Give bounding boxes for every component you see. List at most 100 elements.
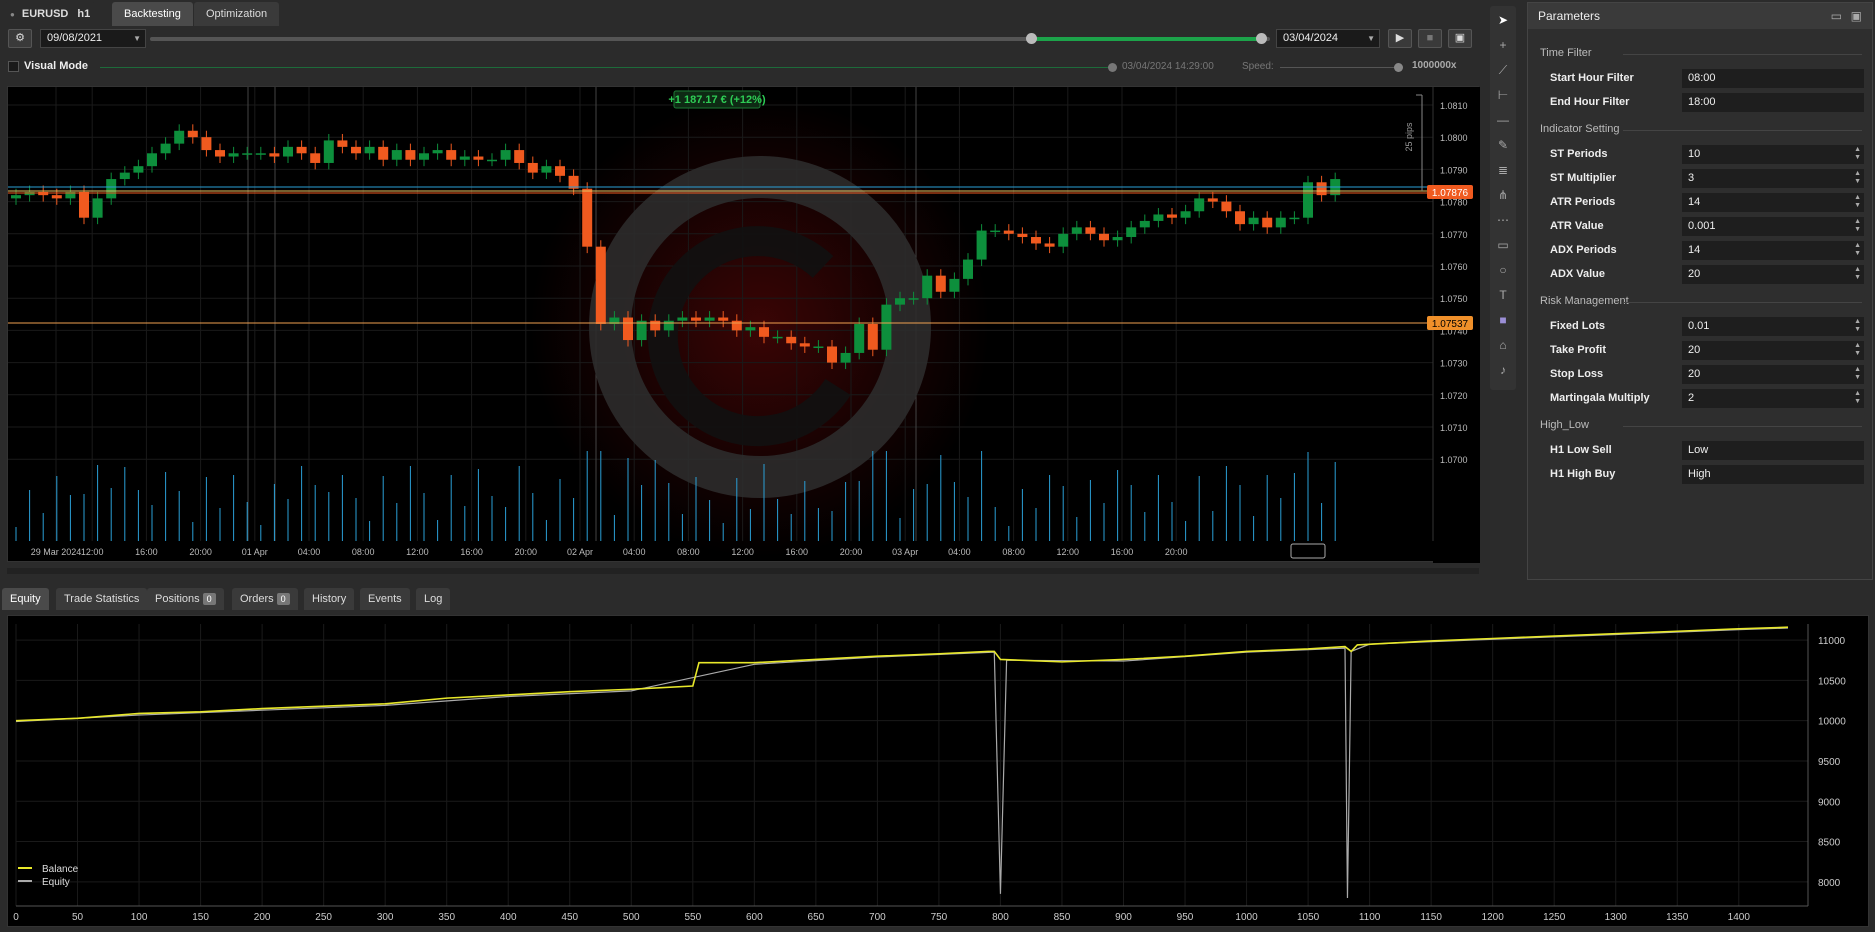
price-chart[interactable]: 1.0810 1.0800 1.0790 1.0780 1.0770 1.0760 1.07… [7, 86, 1480, 563]
candle-body [283, 146, 293, 157]
param-input[interactable]: 3 ▲ ▼ [1682, 169, 1864, 188]
spinner-icon[interactable]: ▲ ▼ [1854, 342, 1861, 358]
param-input[interactable]: 20 ▲ ▼ [1682, 265, 1864, 284]
settings-button[interactable]: ⚙ [8, 29, 32, 48]
color-icon[interactable]: ■ [1493, 310, 1513, 330]
horizontal-scrollbar[interactable] [7, 568, 1479, 574]
equity-x-tick-label: 1350 [1666, 912, 1689, 923]
equity-x-tick-label: 1000 [1235, 912, 1258, 923]
candle-body [119, 172, 130, 180]
visual-mode-checkbox[interactable] [8, 61, 19, 72]
spinner-icon[interactable]: ▲ ▼ [1854, 318, 1861, 334]
pitchfork-icon[interactable]: ⋔ [1493, 185, 1513, 205]
stop-button[interactable]: ■ [1418, 29, 1442, 48]
candle-body [11, 195, 21, 199]
ellipse-icon[interactable]: ○ [1493, 260, 1513, 280]
candle-body [500, 150, 511, 160]
tab-positions[interactable]: Positions 0 [147, 588, 224, 610]
candle-body [487, 159, 497, 162]
time-tick-label: 12:00 [81, 547, 104, 557]
symbol-tab[interactable]: ● EURUSD h1 [4, 2, 97, 26]
param-input[interactable]: 08:00 [1682, 69, 1864, 88]
gear-icon: ⚙ [15, 32, 25, 44]
tab-label: Log [424, 593, 443, 605]
equity-chart[interactable]: 0 50 100 150 200 250 300 350 400 450 500 550 600 650 7… [7, 615, 1869, 927]
candle-body [473, 156, 484, 160]
tab-orders[interactable]: Orders 0 [232, 588, 298, 610]
text-icon[interactable]: T [1493, 285, 1513, 305]
start-date-picker[interactable]: 09/08/2021 ▼ [40, 29, 146, 48]
candle-body [1126, 227, 1137, 238]
spinner-icon[interactable]: ▲ ▼ [1854, 194, 1861, 210]
bell-icon[interactable]: ♪ [1493, 360, 1513, 380]
date-range-slider[interactable] [150, 33, 1270, 44]
progress-handle[interactable] [1108, 63, 1117, 72]
param-label: ST Multiplier [1550, 172, 1616, 184]
trendline-icon[interactable]: ⟋ [1493, 60, 1513, 80]
current-price-tag-text: 1.07876 [1432, 188, 1469, 199]
param-input[interactable]: 10 ▲ ▼ [1682, 145, 1864, 164]
tab-events[interactable]: Events [360, 588, 410, 610]
grid-icon[interactable]: ⋯ [1493, 210, 1513, 230]
spinner-icon[interactable]: ▲ ▼ [1854, 266, 1861, 282]
time-tick-label: 04:00 [298, 547, 321, 557]
ray-icon[interactable]: ⊢ [1493, 85, 1513, 105]
fibonacci-icon[interactable]: ≣ [1493, 160, 1513, 180]
spinner-icon[interactable]: ▲ ▼ [1854, 390, 1861, 406]
range-start-handle[interactable] [1026, 33, 1037, 44]
param-input[interactable]: 14 ▲ ▼ [1682, 241, 1864, 260]
save-icon[interactable]: ▣ [1851, 3, 1862, 29]
param-input[interactable]: 20 ▲ ▼ [1682, 341, 1864, 360]
play-button[interactable]: ▶ [1388, 29, 1412, 48]
spinner-icon[interactable]: ▲ ▼ [1854, 242, 1861, 258]
equity-x-tick-label: 300 [377, 912, 394, 923]
tab-backtesting[interactable]: Backtesting [112, 2, 193, 26]
time-tick-label: 02 Apr [567, 547, 593, 557]
tab-history[interactable]: History [304, 588, 355, 610]
cursor-icon[interactable]: ➤ [1493, 10, 1513, 30]
param-input[interactable]: 0.001 ▲ ▼ [1682, 217, 1864, 236]
candle-body [351, 146, 361, 154]
param-value: High [1688, 468, 1711, 480]
param-input[interactable]: High [1682, 465, 1864, 484]
time-scroll-handle[interactable] [1290, 543, 1326, 559]
spinner-icon[interactable]: ▲ ▼ [1854, 366, 1861, 382]
price-chart-canvas[interactable]: 1.0810 1.0800 1.0790 1.0780 1.0770 1.0760 1.07… [8, 87, 1480, 563]
tab-trade-statistics[interactable]: Trade Statistics [56, 588, 148, 610]
param-input[interactable]: 20 ▲ ▼ [1682, 365, 1864, 384]
equity-y-tick-label: 9500 [1818, 757, 1841, 768]
spinner-icon[interactable]: ▲ ▼ [1854, 218, 1861, 234]
horizontal-line-icon[interactable]: — [1493, 110, 1513, 130]
param-input[interactable]: 14 ▲ ▼ [1682, 193, 1864, 212]
param-row: ADX Periods 14 ▲ ▼ [1536, 241, 1868, 261]
crosshair-icon[interactable]: + [1493, 35, 1513, 55]
tab-log[interactable]: Log [416, 588, 451, 610]
equity-x-tick-label: 700 [869, 912, 886, 923]
tab-equity[interactable]: Equity [2, 588, 49, 610]
param-row: Martingala Multiply 2 ▲ ▼ [1536, 389, 1868, 409]
pencil-icon[interactable]: ✎ [1493, 135, 1513, 155]
save-button[interactable]: ▣ [1448, 29, 1472, 48]
equity-y-tick-label: 8500 [1818, 838, 1841, 849]
time-tick-label: 20:00 [1165, 547, 1188, 557]
range-end-handle[interactable] [1256, 33, 1267, 44]
rectangle-icon[interactable]: ▭ [1493, 235, 1513, 255]
speed-handle[interactable] [1394, 63, 1403, 72]
end-date-picker[interactable]: 03/04/2024 ▼ [1276, 29, 1380, 48]
group-divider [1623, 54, 1862, 55]
param-input[interactable]: Low [1682, 441, 1864, 460]
camera-icon[interactable]: ⌂ [1493, 335, 1513, 355]
spinner-icon[interactable]: ▲ ▼ [1854, 146, 1861, 162]
tab-optimization[interactable]: Optimization [194, 2, 280, 26]
price-tick-label: 1.0710 [1440, 423, 1468, 433]
candle-body [1031, 237, 1041, 244]
param-input[interactable]: 2 ▲ ▼ [1682, 389, 1864, 408]
pips-ruler: 25 pips [1404, 94, 1423, 191]
equity-chart-canvas[interactable]: 0 50 100 150 200 250 300 350 400 450 500 550 600 650 7… [8, 616, 1870, 928]
param-input[interactable]: 18:00 [1682, 93, 1864, 112]
spinner-icon[interactable]: ▲ ▼ [1854, 170, 1861, 186]
candle-body [133, 166, 144, 173]
folder-icon[interactable]: ▭ [1831, 3, 1842, 29]
param-input[interactable]: 0.01 ▲ ▼ [1682, 317, 1864, 336]
speed-slider[interactable] [1280, 67, 1400, 68]
